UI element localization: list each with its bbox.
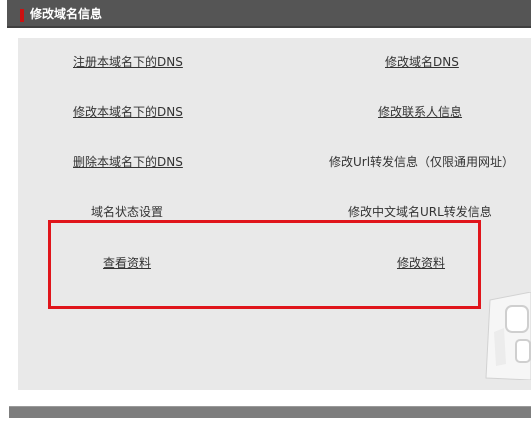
modify-contact-link[interactable]: 修改联系人信息: [378, 105, 462, 119]
highlight-box: [48, 220, 481, 309]
register-dns-link[interactable]: 注册本域名下的DNS: [73, 55, 183, 69]
cn-url-forward-link[interactable]: 修改中文域名URL转发信息: [348, 205, 492, 219]
decorative-graphic-icon: [485, 292, 531, 380]
delete-dns-link[interactable]: 删除本域名下的DNS: [73, 155, 183, 169]
section-title: 修改域名信息: [30, 7, 103, 21]
modify-dns-link[interactable]: 修改本域名下的DNS: [73, 105, 183, 119]
section-header: 修改域名信息: [7, 0, 531, 28]
header-accent-bar: [20, 9, 24, 22]
footer-bar: [9, 406, 531, 418]
url-forward-link[interactable]: 修改Url转发信息（仅限通用网址）: [329, 155, 514, 169]
domain-status-link[interactable]: 域名状态设置: [91, 205, 163, 219]
modify-domain-dns-link[interactable]: 修改域名DNS: [385, 55, 459, 69]
